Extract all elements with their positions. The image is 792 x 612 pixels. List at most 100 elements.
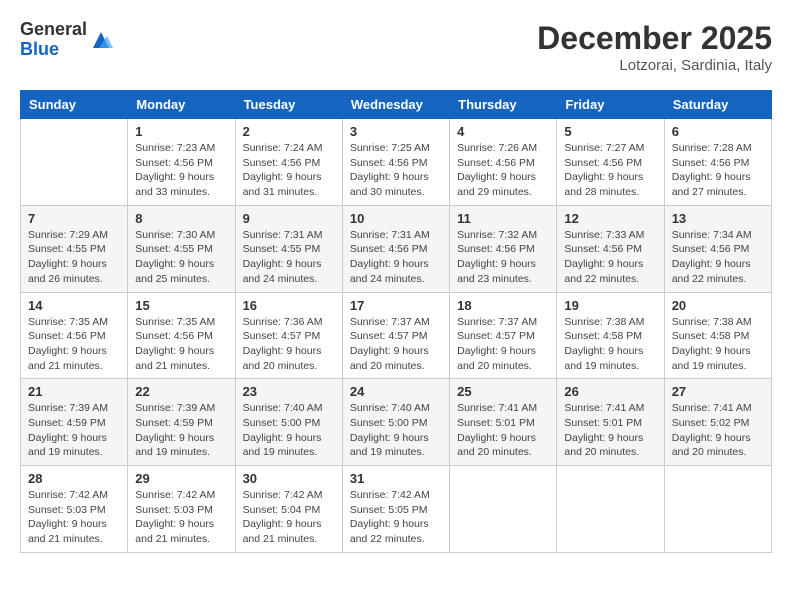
title-block: December 2025 Lotzorai, Sardinia, Italy [537,20,772,74]
calendar-cell: 5 Sunrise: 7:27 AMSunset: 4:56 PMDaylight… [557,119,664,206]
calendar-cell: 7Sunrise: 7:29 AMSunset: 4:55 PMDaylight… [21,205,128,292]
day-number: 15 [135,298,227,313]
day-number: 30 [243,471,335,486]
day-info: Sunrise: 7:42 AMSunset: 5:03 PMDaylight:… [135,488,227,547]
calendar-cell: 27Sunrise: 7:41 AMSunset: 5:02 PMDayligh… [664,379,771,466]
day-info: Sunrise: 7:33 AMSunset: 4:56 PMDaylight:… [564,228,656,287]
day-number: 28 [28,471,120,486]
day-number: 8 [135,211,227,226]
calendar-cell: 3 Sunrise: 7:25 AMSunset: 4:56 PMDaylight… [342,119,449,206]
calendar-cell: 13 Sunrise: 7:34 AMSunset: 4:56 PMDayligh… [664,205,771,292]
calendar-cell [21,119,128,206]
col-tuesday: Tuesday [235,91,342,119]
day-number: 1 [135,124,227,139]
day-number: 4 [457,124,549,139]
day-number: 26 [564,384,656,399]
col-thursday: Thursday [450,91,557,119]
day-info: Sunrise: 7:39 AMSunset: 4:59 PMDaylight:… [28,401,120,460]
calendar-cell: 15 Sunrise: 7:35 AMSunset: 4:56 PMDayligh… [128,292,235,379]
col-saturday: Saturday [664,91,771,119]
calendar-cell: 1 Sunrise: 7:23 AMSunset: 4:56 PMDaylight… [128,119,235,206]
calendar-cell: 18 Sunrise: 7:37 AMSunset: 4:57 PMDayligh… [450,292,557,379]
logo: General Blue [20,20,113,60]
day-number: 11 [457,211,549,226]
day-number: 18 [457,298,549,313]
day-info: Sunrise: 7:29 AMSunset: 4:55 PMDaylight:… [28,228,120,287]
logo-blue: Blue [20,40,87,60]
day-info: Sunrise: 7:38 AMSunset: 4:58 PMDaylight:… [564,315,656,374]
day-number: 2 [243,124,335,139]
day-info: Sunrise: 7:41 AMSunset: 5:01 PMDaylight:… [564,401,656,460]
day-info: Sunrise: 7:23 AMSunset: 4:56 PMDaylight:… [135,141,227,200]
calendar-body: 1 Sunrise: 7:23 AMSunset: 4:56 PMDaylight… [21,119,772,553]
calendar-cell: 12Sunrise: 7:33 AMSunset: 4:56 PMDayligh… [557,205,664,292]
day-number: 14 [28,298,120,313]
day-number: 19 [564,298,656,313]
calendar-cell: 16Sunrise: 7:36 AMSunset: 4:57 PMDayligh… [235,292,342,379]
calendar-table: Sunday Monday Tuesday Wednesday Thursday… [20,90,772,553]
calendar-cell: 20 Sunrise: 7:38 AMSunset: 4:58 PMDayligh… [664,292,771,379]
day-number: 13 [672,211,764,226]
day-number: 9 [243,211,335,226]
calendar-cell [557,466,664,553]
day-info: Sunrise: 7:27 AMSunset: 4:56 PMDaylight:… [564,141,656,200]
day-info: Sunrise: 7:38 AMSunset: 4:58 PMDaylight:… [672,315,764,374]
day-number: 3 [350,124,442,139]
month-title: December 2025 [537,20,772,57]
calendar-week-row: 1 Sunrise: 7:23 AMSunset: 4:56 PMDaylight… [21,119,772,206]
day-info: Sunrise: 7:31 AMSunset: 4:56 PMDaylight:… [350,228,442,287]
day-info: Sunrise: 7:31 AMSunset: 4:55 PMDaylight:… [243,228,335,287]
calendar-week-row: 14 Sunrise: 7:35 AMSunset: 4:56 PMDayligh… [21,292,772,379]
calendar-cell [450,466,557,553]
calendar-cell: 10Sunrise: 7:31 AMSunset: 4:56 PMDayligh… [342,205,449,292]
day-number: 24 [350,384,442,399]
calendar-header-row: Sunday Monday Tuesday Wednesday Thursday… [21,91,772,119]
col-sunday: Sunday [21,91,128,119]
day-info: Sunrise: 7:25 AMSunset: 4:56 PMDaylight:… [350,141,442,200]
logo-text: General Blue [20,20,87,60]
day-info: Sunrise: 7:42 AMSunset: 5:04 PMDaylight:… [243,488,335,547]
calendar-cell: 24 Sunrise: 7:40 AMSunset: 5:00 PMDayligh… [342,379,449,466]
calendar-cell: 28 Sunrise: 7:42 AMSunset: 5:03 PMDayligh… [21,466,128,553]
day-info: Sunrise: 7:39 AMSunset: 4:59 PMDaylight:… [135,401,227,460]
day-number: 5 [564,124,656,139]
day-info: Sunrise: 7:26 AMSunset: 4:56 PMDaylight:… [457,141,549,200]
calendar-cell: 4 Sunrise: 7:26 AMSunset: 4:56 PMDaylight… [450,119,557,206]
day-info: Sunrise: 7:35 AMSunset: 4:56 PMDaylight:… [135,315,227,374]
day-number: 31 [350,471,442,486]
day-info: Sunrise: 7:24 AMSunset: 4:56 PMDaylight:… [243,141,335,200]
day-info: Sunrise: 7:37 AMSunset: 4:57 PMDaylight:… [350,315,442,374]
day-number: 22 [135,384,227,399]
day-number: 29 [135,471,227,486]
day-number: 16 [243,298,335,313]
logo-icon [89,28,113,52]
day-number: 17 [350,298,442,313]
day-number: 20 [672,298,764,313]
calendar-cell: 6Sunrise: 7:28 AMSunset: 4:56 PMDaylight… [664,119,771,206]
logo-general: General [20,20,87,40]
day-info: Sunrise: 7:42 AMSunset: 5:03 PMDaylight:… [28,488,120,547]
day-info: Sunrise: 7:30 AMSunset: 4:55 PMDaylight:… [135,228,227,287]
day-info: Sunrise: 7:32 AMSunset: 4:56 PMDaylight:… [457,228,549,287]
calendar-cell: 30 Sunrise: 7:42 AMSunset: 5:04 PMDayligh… [235,466,342,553]
calendar-cell: 14 Sunrise: 7:35 AMSunset: 4:56 PMDayligh… [21,292,128,379]
day-number: 25 [457,384,549,399]
calendar-cell: 17 Sunrise: 7:37 AMSunset: 4:57 PMDayligh… [342,292,449,379]
calendar-week-row: 7Sunrise: 7:29 AMSunset: 4:55 PMDaylight… [21,205,772,292]
day-info: Sunrise: 7:41 AMSunset: 5:02 PMDaylight:… [672,401,764,460]
calendar-cell: 23 Sunrise: 7:40 AMSunset: 5:00 PMDayligh… [235,379,342,466]
day-info: Sunrise: 7:40 AMSunset: 5:00 PMDaylight:… [350,401,442,460]
calendar-cell: 9 Sunrise: 7:31 AMSunset: 4:55 PMDaylight… [235,205,342,292]
calendar-cell: 26 Sunrise: 7:41 AMSunset: 5:01 PMDayligh… [557,379,664,466]
day-info: Sunrise: 7:34 AMSunset: 4:56 PMDaylight:… [672,228,764,287]
col-wednesday: Wednesday [342,91,449,119]
day-info: Sunrise: 7:40 AMSunset: 5:00 PMDaylight:… [243,401,335,460]
col-monday: Monday [128,91,235,119]
calendar-cell: 31Sunrise: 7:42 AMSunset: 5:05 PMDayligh… [342,466,449,553]
day-number: 23 [243,384,335,399]
calendar-cell: 8 Sunrise: 7:30 AMSunset: 4:55 PMDaylight… [128,205,235,292]
day-info: Sunrise: 7:37 AMSunset: 4:57 PMDaylight:… [457,315,549,374]
calendar-week-row: 28 Sunrise: 7:42 AMSunset: 5:03 PMDayligh… [21,466,772,553]
day-info: Sunrise: 7:35 AMSunset: 4:56 PMDaylight:… [28,315,120,374]
col-friday: Friday [557,91,664,119]
